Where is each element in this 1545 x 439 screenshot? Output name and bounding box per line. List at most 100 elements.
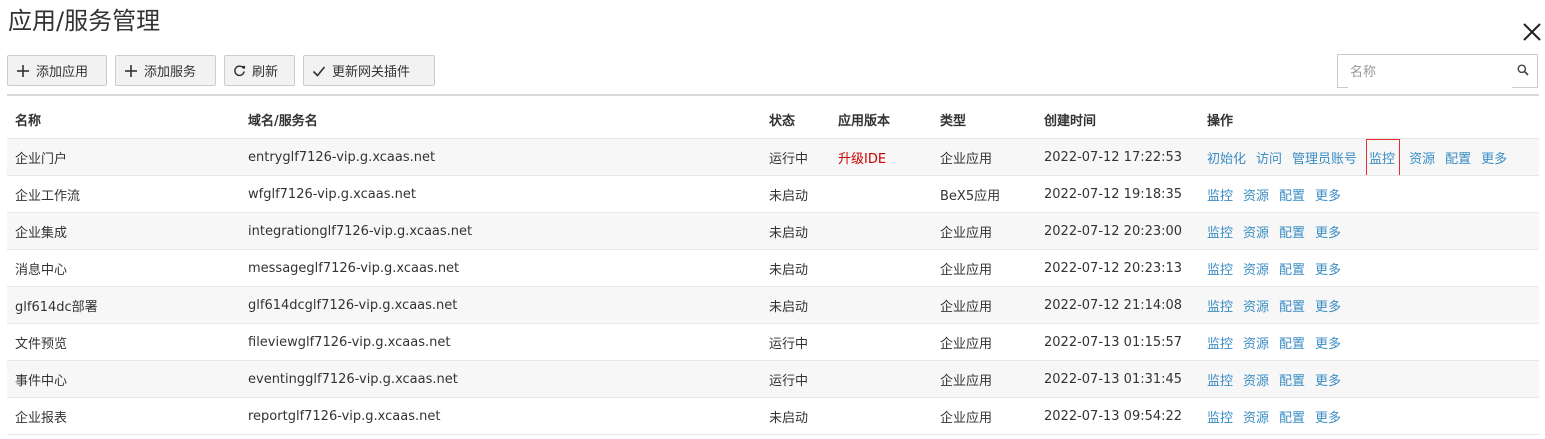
cell-actions: 初始化 访问 管理员账号 监控 资源 配置 更多 bbox=[1199, 138, 1539, 176]
table-row: 事件中心 eventingglf7126-vip.g.xcaas.net 运行中… bbox=[7, 360, 1539, 398]
cell-name: 企业门户 bbox=[7, 138, 240, 176]
cell-type: 企业应用 bbox=[932, 212, 1036, 250]
action-monitor-link[interactable]: 监控 bbox=[1207, 226, 1233, 241]
cell-type: 企业应用 bbox=[932, 323, 1036, 361]
cell-type: 企业应用 bbox=[932, 286, 1036, 324]
action-more-link[interactable]: 更多 bbox=[1315, 226, 1341, 241]
table-row: 消息中心 messageglf7126-vip.g.xcaas.net 未启动 … bbox=[7, 249, 1539, 287]
cell-actions: 监控 资源 配置 更多 bbox=[1199, 286, 1539, 324]
cell-created: 2022-07-12 20:23:13 bbox=[1036, 249, 1199, 287]
toolbar-divider bbox=[7, 94, 1539, 96]
column-header-domain: 域名/服务名 bbox=[240, 101, 761, 139]
cell-created: 2022-07-13 09:54:22 bbox=[1036, 397, 1199, 435]
table-row: glf614dc部署 glf614dcglf7126-vip.g.xcaas.n… bbox=[7, 286, 1539, 324]
action-more-link[interactable]: 更多 bbox=[1315, 374, 1341, 389]
action-resource-link[interactable]: 资源 bbox=[1243, 226, 1269, 241]
action-resource-link[interactable]: 资源 bbox=[1243, 300, 1269, 315]
cell-actions: 监控 资源 配置 更多 bbox=[1199, 175, 1539, 213]
cell-type: 企业应用 bbox=[932, 138, 1036, 176]
cell-status: 未启动 bbox=[761, 397, 830, 435]
action-config-link[interactable]: 配置 bbox=[1279, 263, 1305, 278]
cell-actions: 监控 资源 配置 更多 bbox=[1199, 212, 1539, 250]
cell-type: 企业应用 bbox=[932, 397, 1036, 435]
search-input[interactable] bbox=[1348, 56, 1512, 88]
table-row: 企业报表 reportglf7126-vip.g.xcaas.net 未启动 企… bbox=[7, 397, 1539, 435]
refresh-button[interactable]: 刷新 bbox=[224, 55, 295, 86]
cell-status: 运行中 bbox=[761, 323, 830, 361]
cell-type: 企业应用 bbox=[932, 360, 1036, 398]
action-more-link[interactable]: 更多 bbox=[1481, 152, 1507, 167]
cell-version bbox=[830, 249, 932, 287]
column-header-version: 应用版本 bbox=[830, 101, 932, 139]
cell-type: 企业应用 bbox=[932, 249, 1036, 287]
action-monitor-link[interactable]: 监控 bbox=[1207, 337, 1233, 352]
table-row: 企业集成 integrationglf7126-vip.g.xcaas.net … bbox=[7, 212, 1539, 250]
cell-name: 事件中心 bbox=[7, 360, 240, 398]
action-resource-link[interactable]: 资源 bbox=[1243, 374, 1269, 389]
cell-type: BeX5应用 bbox=[932, 175, 1036, 213]
add-app-label: 添加应用 bbox=[36, 65, 89, 80]
cell-status: 未启动 bbox=[761, 286, 830, 324]
plus-icon bbox=[125, 64, 137, 77]
table-row: 文件预览 fileviewglf7126-vip.g.xcaas.net 运行中… bbox=[7, 323, 1539, 361]
cell-domain: fileviewglf7126-vip.g.xcaas.net bbox=[240, 323, 761, 361]
action-config-link[interactable]: 配置 bbox=[1279, 226, 1305, 241]
action-config-link[interactable]: 配置 bbox=[1279, 300, 1305, 315]
action-monitor-link[interactable]: 监控 bbox=[1207, 189, 1233, 204]
action-resource-link[interactable]: 资源 bbox=[1243, 411, 1269, 426]
action-more-link[interactable]: 更多 bbox=[1315, 411, 1341, 426]
action-resource-link[interactable]: 资源 bbox=[1409, 152, 1435, 167]
column-header-type: 类型 bbox=[932, 101, 1036, 139]
action-more-link[interactable]: 更多 bbox=[1315, 263, 1341, 278]
column-header-name: 名称 bbox=[7, 101, 240, 139]
action-config-link[interactable]: 配置 bbox=[1279, 411, 1305, 426]
update-gateway-plugin-button[interactable]: 更新网关插件 bbox=[303, 55, 435, 86]
action-config-link[interactable]: 配置 bbox=[1279, 374, 1305, 389]
cell-version bbox=[830, 286, 932, 324]
column-header-status: 状态 bbox=[761, 101, 830, 139]
action-monitor-link[interactable]: 监控 bbox=[1207, 263, 1233, 278]
action-config-link[interactable]: 配置 bbox=[1279, 189, 1305, 204]
action-config-link[interactable]: 配置 bbox=[1279, 337, 1305, 352]
action-resource-link[interactable]: 资源 bbox=[1243, 337, 1269, 352]
cell-name: 企业报表 bbox=[7, 397, 240, 435]
toolbar: 添加应用 添加服务 刷新 更新网关插件 bbox=[7, 55, 443, 88]
cell-status: 运行中 bbox=[761, 360, 830, 398]
add-service-button[interactable]: 添加服务 bbox=[115, 55, 216, 86]
cell-name: 企业工作流 bbox=[7, 175, 240, 213]
cell-created: 2022-07-12 19:18:35 bbox=[1036, 175, 1199, 213]
page-title: 应用/服务管理 bbox=[8, 7, 161, 35]
plus-icon bbox=[17, 64, 29, 77]
action-admin-account-link[interactable]: 管理员账号 bbox=[1292, 152, 1357, 167]
action-more-link[interactable]: 更多 bbox=[1315, 300, 1341, 315]
action-config-link[interactable]: 配置 bbox=[1445, 152, 1471, 167]
cell-domain: integrationglf7126-vip.g.xcaas.net bbox=[240, 212, 761, 250]
action-resource-link[interactable]: 资源 bbox=[1243, 189, 1269, 204]
action-monitor-link[interactable]: 监控 bbox=[1366, 138, 1401, 175]
cell-actions: 监控 资源 配置 更多 bbox=[1199, 397, 1539, 435]
action-monitor-link[interactable]: 监控 bbox=[1207, 411, 1233, 426]
update-gateway-plugin-label: 更新网关插件 bbox=[332, 65, 411, 80]
upgrade-ide-link[interactable]: 升级IDE bbox=[838, 152, 886, 167]
column-header-created: 创建时间 bbox=[1036, 101, 1199, 139]
refresh-label: 刷新 bbox=[252, 65, 279, 80]
table-row: 企业门户 entryglf7126-vip.g.xcaas.net 运行中 升级… bbox=[7, 138, 1539, 176]
action-more-link[interactable]: 更多 bbox=[1315, 189, 1341, 204]
action-visit-link[interactable]: 访问 bbox=[1256, 152, 1282, 167]
cell-status: 未启动 bbox=[761, 249, 830, 287]
action-more-link[interactable]: 更多 bbox=[1315, 337, 1341, 352]
refresh-icon bbox=[234, 65, 246, 77]
cell-name: 文件预览 bbox=[7, 323, 240, 361]
action-monitor-link[interactable]: 监控 bbox=[1207, 300, 1233, 315]
action-resource-link[interactable]: 资源 bbox=[1243, 263, 1269, 278]
action-monitor-link[interactable]: 监控 bbox=[1207, 374, 1233, 389]
close-icon[interactable] bbox=[1518, 18, 1545, 46]
cell-status: 未启动 bbox=[761, 212, 830, 250]
search-icon[interactable] bbox=[1517, 64, 1529, 76]
add-service-label: 添加服务 bbox=[144, 65, 197, 80]
cell-name: 企业集成 bbox=[7, 212, 240, 250]
cell-name: 消息中心 bbox=[7, 249, 240, 287]
add-app-button[interactable]: 添加应用 bbox=[7, 55, 107, 86]
cell-actions: 监控 资源 配置 更多 bbox=[1199, 249, 1539, 287]
action-init-link[interactable]: 初始化 bbox=[1207, 152, 1246, 167]
